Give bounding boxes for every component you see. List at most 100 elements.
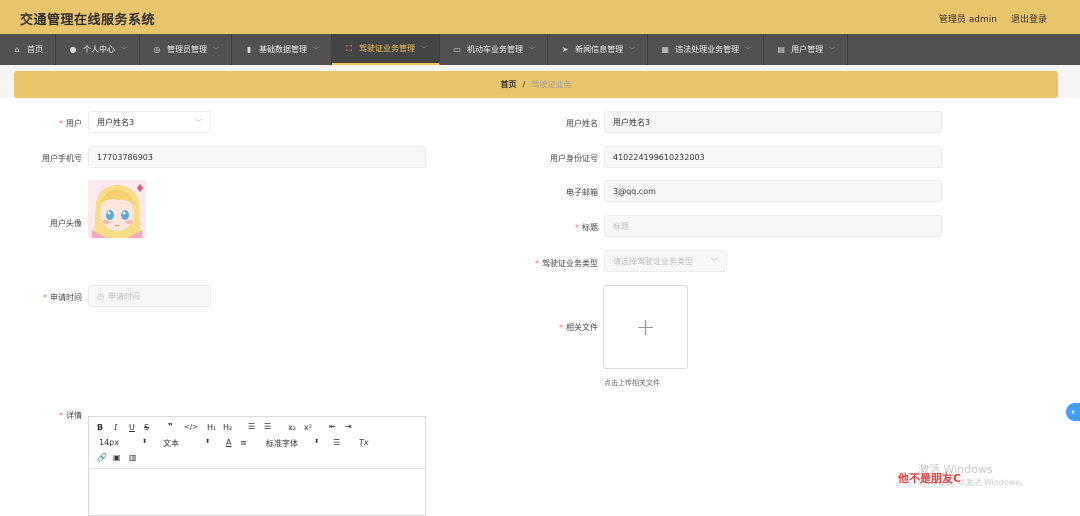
bar-chart-icon: ▮ [246, 45, 252, 54]
user-icon: ● [69, 45, 77, 54]
clock-icon: ◷ [97, 291, 104, 301]
clear-format-icon[interactable]: Tx [359, 438, 369, 447]
italic-button[interactable]: I [114, 423, 117, 432]
indent-decrease-icon[interactable]: ⇤ [329, 422, 336, 431]
idcard-field[interactable]: 410224199610232003 [604, 146, 942, 168]
link-icon[interactable]: 🔗 [97, 453, 107, 462]
nav-item-2[interactable]: ◎ 管理员管理 ﹀ [140, 34, 233, 65]
app-header: 交通管理在线服务系统 管理员 admin 退出登录 [0, 0, 1080, 34]
current-user-label: 管理员 admin [938, 15, 997, 25]
editor-toolbar: B I U S ❞ </> H₁ H₂ ☰ ☰ x₂ x² ⇤ ⇥ 14px ⬍… [89, 417, 425, 469]
avatar-label: 用户头像 [50, 219, 82, 228]
phone-field[interactable]: 17703786903 [88, 146, 426, 168]
indent-increase-icon[interactable]: ⇥ [345, 422, 352, 431]
nav-item-label: 用户管理 [791, 45, 824, 54]
user-select-label: * 用户 [59, 119, 82, 128]
nav-item-8[interactable]: ▤ 用户管理 ﹀ [764, 34, 849, 65]
chevron-down-icon: ﹀ [745, 47, 752, 54]
breadcrumb: 首页 / 驾驶证业务 [14, 71, 1058, 98]
chevron-down-icon: ﹀ [629, 47, 636, 54]
globe-icon: ◎ [153, 45, 161, 54]
user-select-value: 用户姓名3 [97, 117, 135, 127]
idcard-label: 用户身份证号 [550, 154, 598, 163]
text-color-icon[interactable]: A [226, 438, 231, 447]
time-picker[interactable]: ◷ 申请时间 [88, 285, 211, 307]
h1-button[interactable]: H₁ [207, 423, 216, 432]
type-label: * 驾驶证业务类型 [535, 259, 598, 268]
strike-button[interactable]: S [144, 423, 149, 432]
nav-item-7[interactable]: ▦ 违法处理业务管理 ﹀ [648, 34, 765, 65]
h2-button[interactable]: H₂ [223, 423, 232, 432]
monitor-icon: ▭ [453, 45, 461, 54]
nav-item-4[interactable]: ⛶ 驾驶证业务管理 ﹀ [332, 34, 441, 65]
nav-item-label: 首页 [27, 45, 43, 54]
fullscreen-icon: ⛶ [346, 43, 352, 53]
font-family-select[interactable]: 标准字体 [266, 438, 298, 449]
video-icon[interactable]: ▥ [129, 453, 137, 462]
avatar[interactable] [88, 180, 146, 238]
nav-item-label: 管理员管理 [167, 45, 208, 54]
nav-item-1[interactable]: ● 个人中心 ﹀ [56, 34, 141, 65]
main-nav: ⌂ 首页 ● 个人中心 ﹀ ◎ 管理员管理 ﹀ ▮ 基础数据管理 ﹀ ⛶ 驾驶证业务管理 ﹀ ▭ 机动车业务管… [0, 34, 1080, 65]
title-label: * 标题 [575, 223, 598, 232]
title-input[interactable]: 标题 [604, 215, 942, 237]
email-label: 电子邮箱 [566, 188, 598, 197]
nav-item-label: 新闻信息管理 [575, 45, 624, 54]
username-field[interactable]: 用户姓名3 [604, 111, 942, 133]
align-icon[interactable]: ☰ [333, 438, 340, 447]
upload-hint: 点击上传相关文件 [604, 379, 660, 387]
time-label: * 申请时间 [43, 293, 82, 302]
grid-icon: ▦ [661, 45, 669, 54]
files-label: * 相关文件 [559, 323, 598, 332]
phone-label: 用户手机号 [42, 154, 82, 163]
code-button[interactable]: </> [184, 423, 198, 431]
editor-content[interactable] [89, 469, 425, 515]
nav-item-0[interactable]: ⌂ 首页 [0, 34, 56, 65]
caret-updown-icon: ⬍ [142, 438, 148, 445]
username-label: 用户姓名 [566, 119, 598, 128]
bold-button[interactable]: B [97, 423, 103, 432]
chevron-down-icon: ﹀ [121, 47, 128, 54]
ordered-list-icon[interactable]: ☰ [248, 422, 255, 431]
block-type-select[interactable]: 文本 [163, 438, 179, 449]
rich-text-editor: B I U S ❞ </> H₁ H₂ ☰ ☰ x₂ x² ⇤ ⇥ 14px ⬍… [88, 416, 426, 516]
home-icon: ⌂ [14, 45, 20, 54]
nav-item-label: 驾驶证业务管理 [359, 44, 416, 53]
breadcrumb-current: 驾驶证业务 [531, 80, 572, 89]
side-collapse-button[interactable]: ‹ [1066, 403, 1080, 421]
avatar-image [88, 180, 146, 238]
caret-updown-icon: ⬍ [205, 438, 211, 445]
chevron-down-icon: ﹀ [829, 47, 836, 54]
nav-item-6[interactable]: ➤ 新闻信息管理 ﹀ [548, 34, 649, 65]
chevron-down-icon: ﹀ [195, 119, 202, 127]
nav-item-label: 基础数据管理 [259, 45, 308, 54]
image-icon[interactable]: ▣ [113, 453, 121, 462]
chevron-down-icon: ﹀ [529, 47, 536, 54]
email-field[interactable]: 3@qq.com [604, 180, 942, 202]
subscript-button[interactable]: x₂ [288, 423, 296, 432]
plus-icon: + [635, 313, 656, 341]
nav-item-label: 机动车业务管理 [467, 45, 524, 54]
document-icon: ▤ [777, 45, 785, 54]
user-select[interactable]: 用户姓名3 ﹀ [88, 111, 211, 133]
chevron-down-icon: ﹀ [213, 47, 220, 54]
logout-link[interactable]: 退出登录 [1011, 12, 1047, 25]
bullet-list-icon[interactable]: ☰ [264, 422, 271, 431]
chevron-down-icon: ﹀ [313, 47, 320, 54]
nav-item-5[interactable]: ▭ 机动车业务管理 ﹀ [440, 34, 549, 65]
font-size-select[interactable]: 14px [99, 438, 119, 447]
breadcrumb-home[interactable]: 首页 [501, 79, 517, 90]
superscript-button[interactable]: x² [304, 423, 312, 432]
overlay-watermark: 他不是朋友C [898, 472, 962, 485]
nav-item-label: 个人中心 [83, 45, 115, 54]
background-color-icon[interactable]: ⧈ [241, 438, 246, 448]
chevron-down-icon: ﹀ [711, 258, 718, 266]
quote-button[interactable]: ❞ [168, 422, 173, 431]
chevron-down-icon: ﹀ [421, 46, 428, 53]
file-upload-button[interactable]: + [603, 285, 688, 369]
type-select[interactable]: 请选择驾驶证业务类型 ﹀ [604, 250, 727, 272]
nav-item-3[interactable]: ▮ 基础数据管理 ﹀ [232, 34, 333, 65]
underline-button[interactable]: U [129, 423, 135, 432]
breadcrumb-separator: / [522, 80, 526, 89]
send-icon: ➤ [561, 45, 569, 54]
